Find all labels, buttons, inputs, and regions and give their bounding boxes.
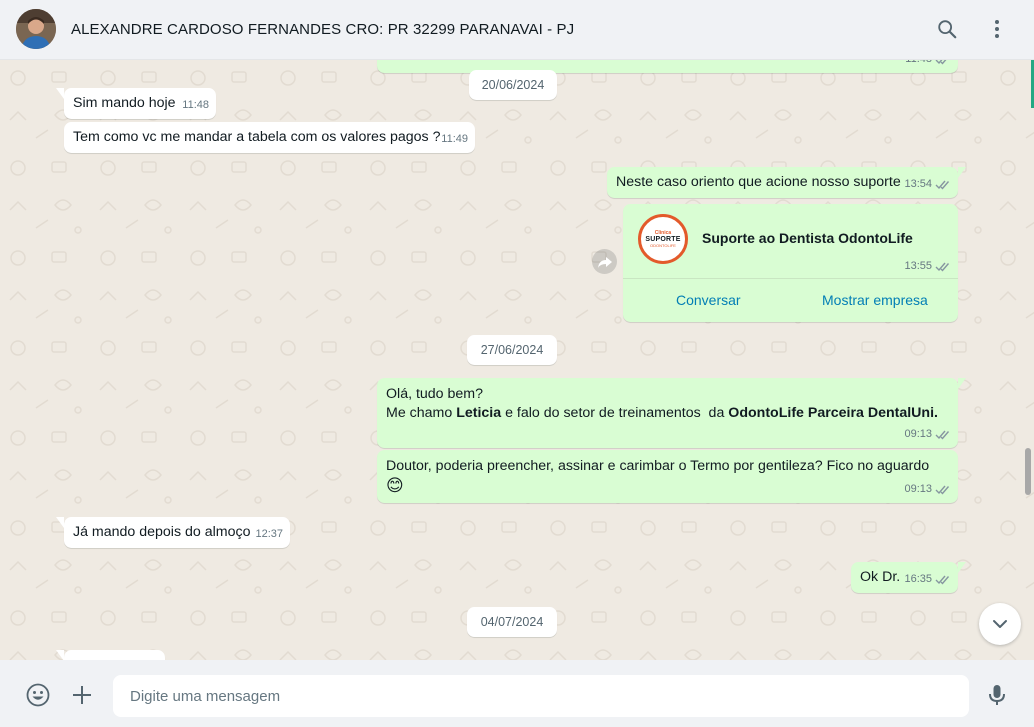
business-contact-card[interactable]: Clinica SUPORTE ODONTOLIFE Suporte ao De… [623, 204, 958, 322]
message-time: 09:13 [904, 428, 932, 440]
chat-business-button[interactable]: Conversar [676, 292, 741, 308]
forward-button[interactable] [592, 249, 617, 274]
contact-avatar[interactable] [16, 9, 56, 49]
date-separator: 20/06/2024 [469, 70, 557, 100]
message-meta: 09:13 [904, 480, 951, 499]
read-ticks-icon [935, 60, 947, 65]
search-icon [938, 20, 957, 39]
read-ticks-icon [935, 180, 950, 190]
message-meta: 11:48 [905, 60, 951, 69]
message-bubble-incoming[interactable]: Tem como vc me mandar a tabela com os va… [64, 122, 475, 153]
message-meta: 11:49 [441, 130, 468, 149]
read-ticks-icon [935, 430, 950, 440]
message-time: 13:55 [904, 260, 932, 272]
message-text-line: Me chamo Leticia e falo do setor de trei… [386, 404, 949, 423]
message-text: Doutor, poderia preencher, assinar e car… [386, 458, 930, 474]
message-meta: 13:54 [904, 175, 951, 194]
chat-header: ALEXANDRE CARDOSO FERNANDES CRO: PR 3229… [0, 0, 1034, 60]
business-logo: Clinica SUPORTE ODONTOLIFE [638, 214, 688, 264]
message-meta: 11:48 [182, 96, 209, 115]
message-bubble-outgoing[interactable]: Ok Dr. 16:35 [851, 562, 966, 593]
bubble-tail [958, 562, 966, 573]
bubble-tail [56, 88, 64, 99]
message-time: 09:13 [904, 483, 932, 495]
read-ticks-icon [935, 485, 950, 495]
message-time: 11:48 [182, 99, 209, 111]
text-segment: Me chamo [386, 405, 457, 421]
attach-button[interactable] [69, 682, 95, 708]
business-name: Suporte ao Dentista OdontoLife [702, 230, 913, 246]
message-time: 12:37 [255, 528, 283, 540]
bubble-tail [958, 378, 966, 389]
read-ticks-icon [935, 575, 950, 585]
logo-main-text: SUPORTE [645, 236, 681, 243]
chat-pane[interactable]: 11:48 20/06/2024 Sim mando hoje 11:48 Te… [0, 60, 1034, 660]
message-text: Neste caso oriento que acione nosso supo… [616, 174, 901, 190]
message-bubble-outgoing[interactable]: Doutor, poderia preencher, assinar e car… [377, 450, 958, 503]
voice-message-button[interactable] [984, 682, 1010, 708]
message-bubble-incoming[interactable] [56, 650, 165, 660]
forward-icon [597, 256, 612, 268]
text-bold-name: Leticia [456, 405, 502, 421]
message-bubble-outgoing[interactable]: 11:48 [377, 60, 958, 73]
scroll-to-bottom-button[interactable] [979, 603, 1021, 645]
message-text: Ok Dr. [860, 569, 901, 585]
bubble-tail [56, 517, 64, 528]
logo-sub-text: ODONTOLIFE [650, 243, 676, 248]
microphone-icon [989, 685, 1005, 705]
read-ticks-icon [935, 262, 950, 272]
message-meta: 12:37 [255, 525, 283, 544]
message-text: Tem como vc me mandar a tabela com os va… [73, 129, 441, 145]
message-bubble-incoming[interactable]: Sim mando hoje 11:48 [56, 88, 216, 119]
message-meta: 16:35 [904, 570, 951, 589]
message-time: 13:54 [904, 178, 932, 190]
scrollbar-thumb[interactable] [1025, 448, 1031, 495]
emoji-icon [26, 683, 50, 707]
message-meta: 09:13 [904, 425, 951, 444]
emoji-button[interactable] [25, 682, 51, 708]
menu-button[interactable] [984, 16, 1010, 42]
message-time: 11:48 [905, 60, 932, 69]
bubble-tail [958, 167, 966, 178]
chevron-down-icon [993, 620, 1007, 628]
message-input[interactable] [113, 675, 969, 717]
message-bubble-outgoing[interactable]: Olá, tudo bem? Me chamo Leticia e falo d… [377, 378, 966, 448]
message-text: Sim mando hoje [73, 95, 176, 111]
message-time: 16:35 [904, 573, 932, 585]
message-bubble-outgoing[interactable]: Neste caso oriento que acione nosso supo… [607, 167, 966, 198]
contact-name[interactable]: ALEXANDRE CARDOSO FERNANDES CRO: PR 3229… [71, 21, 574, 38]
card-divider [623, 278, 958, 279]
bubble-tail [56, 650, 64, 660]
message-text-line: Olá, tudo bem? [386, 386, 484, 402]
text-segment: e falo do setor de treinamentos da [501, 405, 729, 421]
message-text: Já mando depois do almoço [73, 524, 251, 540]
date-separator: 27/06/2024 [467, 335, 557, 365]
show-business-button[interactable]: Mostrar empresa [822, 292, 928, 308]
more-vertical-icon [995, 20, 999, 38]
message-time: 11:49 [441, 133, 468, 145]
date-separator: 04/07/2024 [467, 607, 557, 637]
search-button[interactable] [934, 16, 960, 42]
composer-bar [0, 660, 1034, 727]
smile-emoji-icon: 😊 [386, 476, 404, 495]
message-bubble-incoming[interactable]: Já mando depois do almoço 12:37 [56, 517, 290, 548]
text-bold-company: OdontoLife Parceira DentalUni. [728, 405, 938, 421]
message-meta: 13:55 [904, 260, 951, 272]
plus-icon [73, 686, 91, 704]
